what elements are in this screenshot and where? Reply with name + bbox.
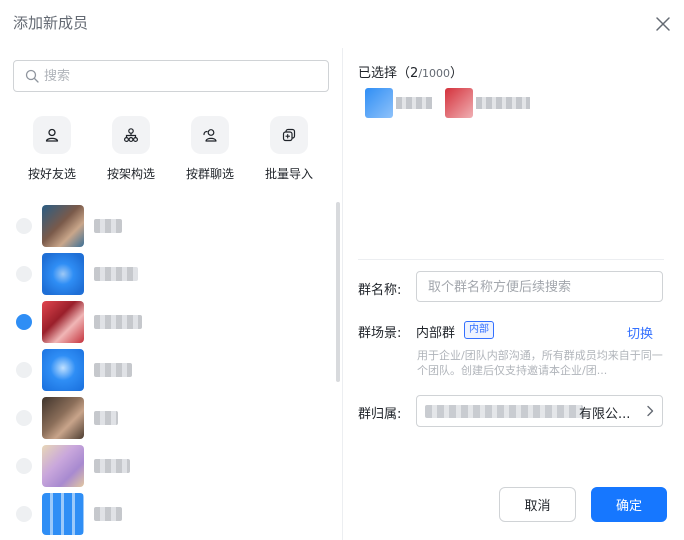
user-icon [45,128,59,142]
switch-scene-link[interactable]: 切换 [627,323,653,342]
contact-row[interactable] [16,205,326,247]
group-owner-label: 群归属: [358,407,402,422]
group-scene-value: 内部群 [416,326,456,341]
scene-description: 用于企业/团队内部沟通，所有群成员均来自于同一个团队。创建后仅支持邀请本企业/团… [417,349,663,377]
group-chat-icon [203,129,217,142]
quick-batch-import[interactable]: 批量导入 [259,116,319,182]
selected-close-paren: ） [450,66,464,81]
org-structure-icon [124,128,139,143]
contact-row[interactable] [16,445,326,487]
close-icon[interactable] [654,15,672,33]
avatar [445,88,473,118]
group-name-label: 群名称: [358,283,402,298]
group-scene-label: 群场景: [358,326,402,341]
contact-name [94,363,132,377]
group-name-input[interactable] [428,277,653,297]
selected-total: /1000 [418,67,451,80]
selected-count-title: 已选择（2/1000） [358,62,463,81]
quick-select-group-chat-label: 按群聊选 [185,167,234,181]
selected-member-chip[interactable] [362,86,434,120]
avatar [42,445,84,487]
dialog-title: 添加新成员 [13,14,89,32]
contact-name [94,459,130,473]
search-icon [25,69,39,83]
avatar [42,253,84,295]
contact-name [94,219,122,233]
contact-checkbox[interactable] [16,506,32,522]
contact-checkbox[interactable] [16,410,32,426]
contact-name [94,507,122,521]
group-name-field[interactable] [416,271,663,302]
avatar [42,301,84,343]
selected-open-paren: （ [397,66,411,81]
search-input[interactable] [44,66,314,86]
avatar [42,397,84,439]
contact-row[interactable] [16,301,326,343]
group-owner-select[interactable]: 有限公... [416,395,663,427]
confirm-button[interactable]: 确定 [591,487,667,522]
chevron-right-icon [647,405,654,417]
contact-checkbox[interactable] [16,362,32,378]
avatar [42,349,84,391]
contact-row[interactable] [16,493,326,535]
quick-select-group-chat[interactable]: 按群聊选 [180,116,240,182]
search-box[interactable] [13,60,329,92]
quick-select-org[interactable]: 按架构选 [101,116,161,182]
contact-row[interactable] [16,253,326,295]
contact-list-scrollbar[interactable] [336,202,340,382]
cancel-button[interactable]: 取消 [499,487,576,522]
internal-tag-badge: 内部 [464,321,494,339]
quick-select-org-label: 按架构选 [106,167,155,181]
selected-member-chip[interactable] [442,86,534,120]
panel-divider [342,48,343,540]
contact-checkbox[interactable] [16,458,32,474]
chip-name [396,97,432,109]
section-divider [358,259,664,260]
add-member-dialog: 添加新成员 按好友选 按架构选 [0,0,684,540]
avatar [365,88,393,118]
contact-checkbox[interactable] [16,218,32,234]
quick-batch-import-label: 批量导入 [264,167,313,181]
owner-company-text: 有限公... [579,407,631,422]
selected-label: 已选择 [358,66,398,81]
batch-import-icon [282,128,296,142]
contact-row[interactable] [16,349,326,391]
owner-name-blurred [425,405,583,418]
quick-select-friends-label: 按好友选 [27,167,76,181]
avatar [42,205,84,247]
avatar [42,493,84,535]
contact-name [94,411,118,425]
contact-name [94,267,138,281]
quick-select-friends[interactable]: 按好友选 [22,116,82,182]
contact-row[interactable] [16,397,326,439]
contact-name [94,315,142,329]
contact-checkbox[interactable] [16,266,32,282]
contact-checkbox[interactable] [16,314,32,330]
chip-name [476,97,530,109]
